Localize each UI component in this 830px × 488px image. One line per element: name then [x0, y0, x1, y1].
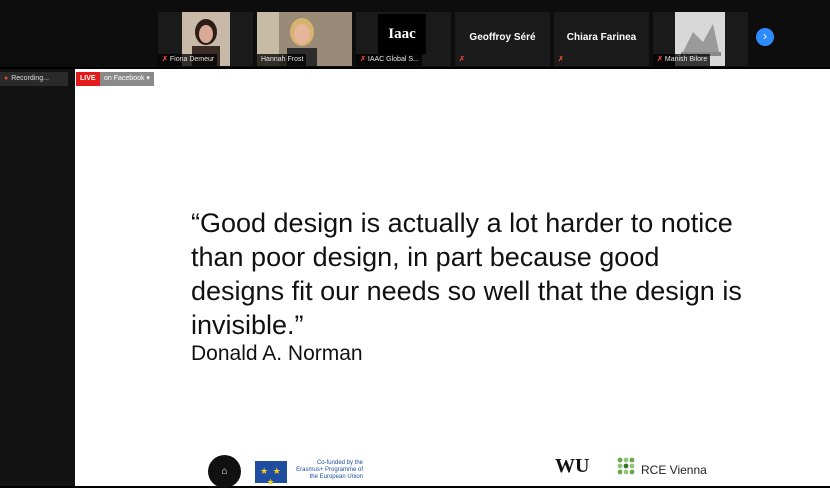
iaac-logo: Iaac: [378, 14, 426, 54]
left-panel: [0, 69, 75, 486]
participant-tile-hannah[interactable]: Hannah Frost: [257, 12, 352, 66]
participant-name: ✗ IAAC Global S...: [356, 54, 422, 66]
participant-name: ✗ Manish Bilore: [653, 54, 711, 66]
mic-off-icon: ✗: [657, 56, 663, 63]
participant-strip: ✗ Fiona Demeur Hannah Frost Iaac ✗ IAAC Gl…: [0, 0, 830, 67]
participant-tile-chiara[interactable]: Chiara Farinea ✗: [554, 12, 649, 66]
wu-logo: WU: [555, 455, 590, 477]
participant-tile-geoffroy[interactable]: Geoffroy Séré ✗: [455, 12, 550, 66]
participant-name: Hannah Frost: [257, 54, 307, 66]
participant-name-large: Geoffroy Séré: [469, 32, 536, 43]
live-platform-dropdown[interactable]: on Facebook ▾: [100, 72, 154, 86]
mic-off-icon: ✗: [459, 56, 465, 63]
participant-tile-fiona[interactable]: ✗ Fiona Demeur: [158, 12, 253, 66]
chevron-right-icon: ›: [763, 29, 767, 43]
mic-off-icon: ✗: [558, 56, 564, 63]
live-badge[interactable]: LIVE: [76, 72, 100, 86]
rce-logo-icon: [617, 457, 635, 475]
shared-slide: “Good design is actually a lot harder to…: [75, 69, 830, 488]
eu-flag-icon: ★ ★ ★: [255, 461, 287, 487]
organization-logo: ⌂: [208, 455, 241, 488]
participant-mic-status: ✗: [554, 54, 569, 66]
participant-name-large: Chiara Farinea: [566, 32, 637, 43]
slide-author: Donald A. Norman: [191, 342, 363, 365]
participant-tile-iaac[interactable]: Iaac ✗ IAAC Global S...: [356, 12, 451, 66]
mic-off-icon: ✗: [162, 56, 168, 63]
next-participants-button[interactable]: ›: [756, 28, 774, 46]
participant-name: ✗ Fiona Demeur: [158, 54, 218, 66]
erasmus-text: Co-funded by the Erasmus+ Programme of t…: [296, 460, 363, 480]
record-icon: ●: [4, 75, 9, 82]
participant-mic-status: ✗: [455, 54, 470, 66]
slide-quote: “Good design is actually a lot harder to…: [191, 208, 742, 340]
mic-off-icon: ✗: [360, 56, 366, 63]
rce-vienna-label: RCE Vienna: [641, 463, 707, 477]
recording-indicator[interactable]: ● Recording...: [0, 72, 68, 86]
participant-tile-manish[interactable]: ✗ Manish Bilore: [653, 12, 748, 66]
